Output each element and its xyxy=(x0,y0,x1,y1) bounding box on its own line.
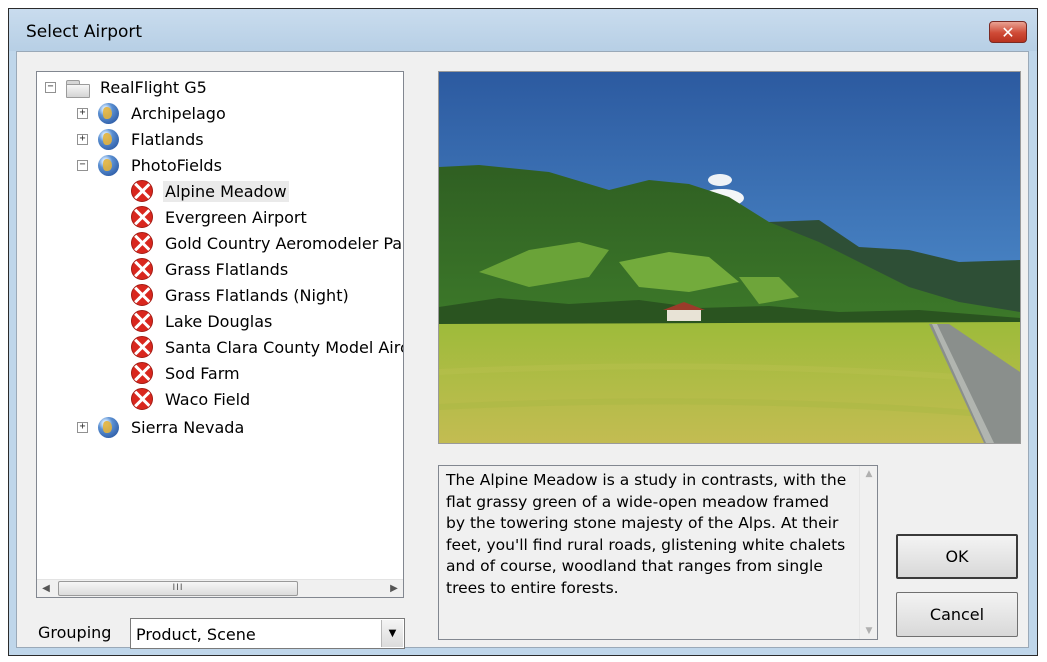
expand-icon[interactable]: + xyxy=(77,133,88,145)
dialog-body: − RealFlight G5 + Archipelago + Flatland… xyxy=(16,51,1029,649)
tree-item-evergreen-airport[interactable]: Evergreen Airport xyxy=(131,204,309,230)
cancel-button[interactable]: Cancel xyxy=(896,592,1018,637)
folder-icon xyxy=(66,78,90,98)
scroll-right-icon[interactable]: ▶ xyxy=(385,580,403,597)
landscape-photo xyxy=(439,72,1020,443)
tree-item-label: Lake Douglas xyxy=(165,311,273,331)
select-airport-dialog: Select Airport ✕ − RealFlight G5 + Archi… xyxy=(8,8,1038,656)
tree-node-label: Flatlands xyxy=(131,129,204,149)
tree-item-gold-country[interactable]: Gold Country Aeromodeler Par xyxy=(131,230,404,256)
grouping-value: Product, Scene xyxy=(136,625,256,644)
tree-item-label: Grass Flatlands xyxy=(165,259,289,279)
scroll-up-icon[interactable]: ▲ xyxy=(860,469,878,479)
grouping-dropdown[interactable]: Product, Scene ▼ xyxy=(130,618,405,649)
tree-item-grass-flatlands[interactable]: Grass Flatlands xyxy=(131,256,290,282)
scroll-down-icon[interactable]: ▼ xyxy=(860,626,878,636)
tree-item-sod-farm[interactable]: Sod Farm xyxy=(131,360,242,386)
description-scrollbar[interactable]: ▲ ▼ xyxy=(859,466,877,639)
tree-item-label: Gold Country Aeromodeler Par xyxy=(165,233,404,253)
globe-icon xyxy=(98,154,119,176)
tree-item-label: Evergreen Airport xyxy=(165,207,307,227)
tree-node-label: Sierra Nevada xyxy=(131,417,245,437)
airport-icon xyxy=(131,232,153,254)
title-bar[interactable]: Select Airport ✕ xyxy=(9,9,1037,51)
airport-description[interactable]: The Alpine Meadow is a study in contrast… xyxy=(438,465,878,640)
ok-button[interactable]: OK xyxy=(896,534,1018,579)
tree-horizontal-scrollbar[interactable]: ◀ III ▶ xyxy=(37,579,403,597)
window-title: Select Airport xyxy=(26,22,143,42)
tree-item-lake-douglas[interactable]: Lake Douglas xyxy=(131,308,274,334)
airport-tree[interactable]: − RealFlight G5 + Archipelago + Flatland… xyxy=(36,71,404,598)
collapse-icon[interactable]: − xyxy=(45,81,56,93)
scroll-left-icon[interactable]: ◀ xyxy=(37,580,55,597)
tree-item-label: Alpine Meadow xyxy=(163,180,289,202)
tree-node-photofields[interactable]: − PhotoFields xyxy=(77,152,224,178)
airport-icon xyxy=(131,310,153,332)
airport-preview-image xyxy=(438,71,1021,444)
tree-node-label: Archipelago xyxy=(131,103,226,123)
grouping-label: Grouping xyxy=(38,623,112,642)
tree-node-label: RealFlight G5 xyxy=(100,77,207,97)
close-button[interactable]: ✕ xyxy=(989,21,1027,43)
airport-icon xyxy=(131,180,153,202)
tree-node-root[interactable]: − RealFlight G5 xyxy=(45,74,209,100)
tree-item-label: Grass Flatlands (Night) xyxy=(165,285,349,305)
tree-node-flatlands[interactable]: + Flatlands xyxy=(77,126,206,152)
airport-icon xyxy=(131,284,153,306)
tree-item-label: Santa Clara County Model Airc xyxy=(165,337,404,357)
expand-icon[interactable]: + xyxy=(77,421,88,433)
globe-icon xyxy=(98,128,119,150)
collapse-icon[interactable]: − xyxy=(77,159,88,171)
tree-item-label: Sod Farm xyxy=(165,363,240,383)
airport-icon xyxy=(131,388,153,410)
tree-item-label: Waco Field xyxy=(165,389,251,409)
airport-icon xyxy=(131,258,153,280)
airport-icon xyxy=(131,336,153,358)
globe-icon xyxy=(98,416,119,438)
tree-item-waco-field[interactable]: Waco Field xyxy=(131,386,252,412)
expand-icon[interactable]: + xyxy=(77,107,88,119)
tree-item-grass-flatlands-night[interactable]: Grass Flatlands (Night) xyxy=(131,282,351,308)
globe-icon xyxy=(98,102,119,124)
scrollbar-thumb[interactable]: III xyxy=(58,581,298,596)
chevron-down-icon[interactable]: ▼ xyxy=(381,620,403,647)
description-text: The Alpine Meadow is a study in contrast… xyxy=(446,471,847,597)
airport-icon xyxy=(131,362,153,384)
airport-icon xyxy=(131,206,153,228)
tree-node-label: PhotoFields xyxy=(131,155,222,175)
tree-node-archipelago[interactable]: + Archipelago xyxy=(77,100,228,126)
tree-item-santa-clara[interactable]: Santa Clara County Model Airc xyxy=(131,334,404,360)
tree-node-sierra-nevada[interactable]: + Sierra Nevada xyxy=(77,414,246,440)
tree-item-alpine-meadow[interactable]: Alpine Meadow xyxy=(131,178,289,204)
